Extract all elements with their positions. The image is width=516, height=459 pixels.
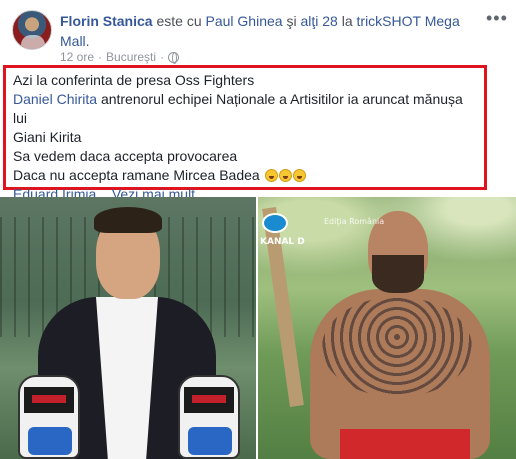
channel-logo-icon [262,213,288,233]
meta-separator-2: · [160,50,165,64]
post-header: Florin Stanica este cu Paul Ghinea şi al… [0,0,516,64]
text-line-5-content: Daca nu accepta ramane Mircea Badea [13,167,260,183]
text-line-1: Azi la conferinta de presa Oss Fighters [13,72,255,88]
photo-right-beard [372,255,424,293]
photo-left-hair [94,207,162,233]
boxing-glove-right [178,375,240,459]
red-shorts [340,429,470,459]
tattoo-pattern [322,297,472,397]
photo-right[interactable]: KANAL D Ediţia România [258,197,516,459]
show-watermark: Ediţia România [324,217,385,226]
at-text: la [341,13,353,29]
photo-left[interactable] [0,197,256,459]
with-text: este cu [156,13,202,29]
laughing-emoji-icon [264,169,278,182]
author-line: Florin Stanica este cu Paul Ghinea şi al… [60,11,460,51]
timestamp[interactable]: 12 ore [60,50,94,64]
author-avatar[interactable] [12,10,52,50]
mention-daniel-chirita[interactable]: Daniel Chirita [13,91,97,107]
boxing-glove-left [18,375,80,459]
city[interactable]: Bucureşti [106,50,156,64]
globe-icon [168,51,180,64]
tagged-user[interactable]: Paul Ghinea [206,13,283,29]
others-link[interactable]: alţi 28 [300,13,337,29]
meta-separator: · [98,50,103,64]
text-line-3: Giani Kirita [13,129,82,145]
more-options-icon[interactable]: ••• [486,8,508,28]
text-line-4: Sa vedem daca accepta provocarea [13,148,238,164]
channel-watermark: KANAL D [260,237,305,247]
post-meta: 12 ore · Bucureşti · [60,50,180,64]
location-suffix: . [85,33,90,49]
post-text: Azi la conferinta de presa Oss Fighters … [3,65,487,202]
and-text: şi [286,13,297,29]
text-line-2: Daniel Chirita antrenorul echipei Națion… [13,90,477,128]
text-line-5: Daca nu accepta ramane Mircea Badea [13,166,477,185]
laughing-emoji-icon [278,169,292,182]
laughing-emoji-icon [292,169,306,182]
author-name[interactable]: Florin Stanica [60,13,153,29]
